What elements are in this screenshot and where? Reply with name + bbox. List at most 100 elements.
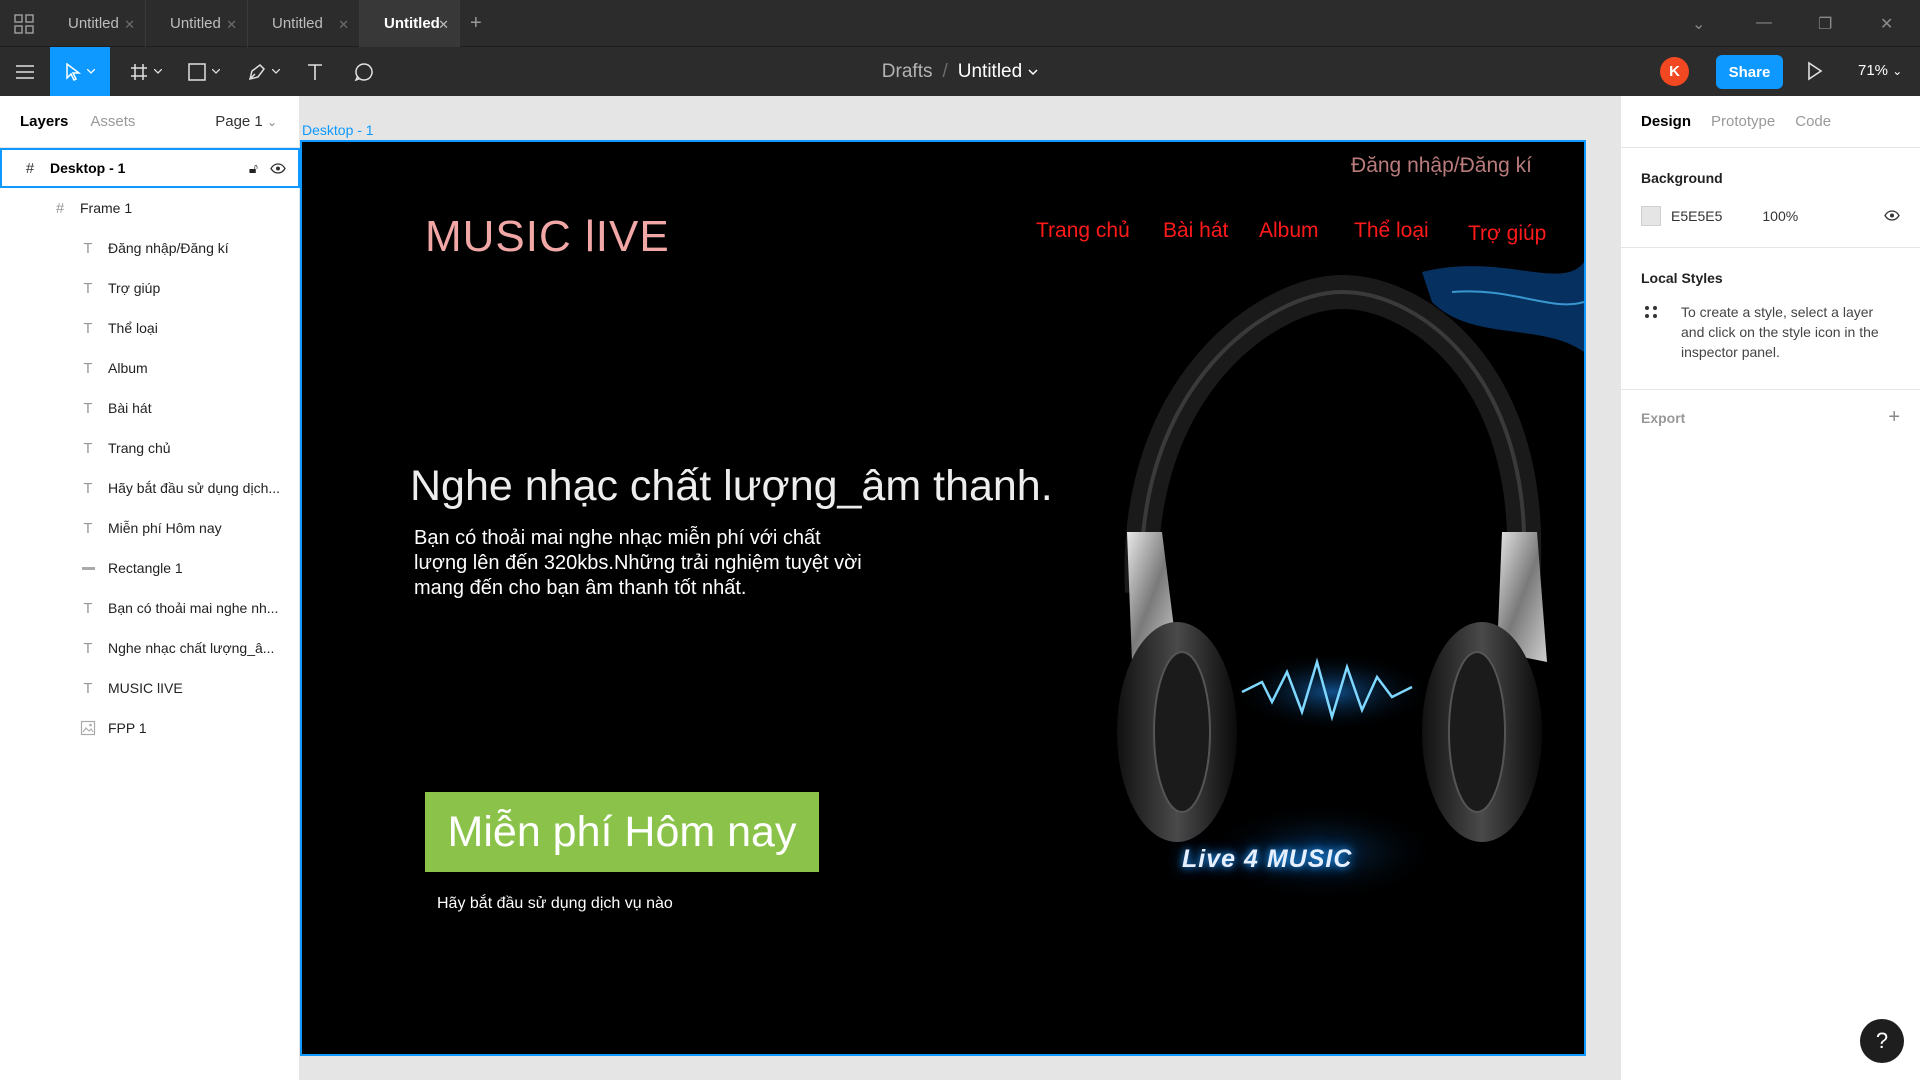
background-swatch[interactable] — [1641, 206, 1661, 226]
play-icon[interactable] — [1806, 61, 1824, 81]
text-layer-icon: T — [83, 279, 93, 297]
app-grid-icon[interactable] — [14, 14, 34, 34]
tab-design[interactable]: Design — [1641, 113, 1691, 130]
layer-row-text[interactable]: T Trang chủ — [0, 428, 300, 468]
close-icon[interactable]: ✕ — [438, 17, 449, 33]
layer-row-text[interactable]: T Nghe nhạc chất lượng_â... — [0, 628, 300, 668]
close-icon[interactable]: ✕ — [124, 17, 135, 33]
close-icon[interactable]: ✕ — [338, 17, 349, 33]
nav-songs[interactable]: Bài hát — [1163, 219, 1228, 243]
layer-label: FPP 1 — [108, 720, 147, 736]
chevron-down-icon: ⌄ — [1892, 64, 1903, 78]
page-selector[interactable]: Page 1 ⌄ — [215, 113, 277, 130]
frame-label[interactable]: Desktop - 1 — [302, 122, 374, 138]
tab-untitled-3[interactable]: Untitled ✕ — [248, 0, 360, 47]
move-tool-button[interactable] — [50, 47, 110, 96]
canvas[interactable]: Desktop - 1 Live 4 MUSIC Đăng nhập/Đăng … — [300, 96, 1620, 1080]
main-menu-button[interactable] — [8, 47, 42, 96]
layer-label: Rectangle 1 — [108, 560, 183, 576]
headphones-image[interactable] — [1002, 232, 1584, 992]
unlock-icon[interactable]: 🔓︎ — [249, 160, 258, 177]
layer-row-text[interactable]: T MUSIC lIVE — [0, 668, 300, 708]
layer-row-text[interactable]: T Bạn có thoải mai nghe nh... — [0, 588, 300, 628]
layer-label: MUSIC lIVE — [108, 680, 183, 696]
page-label: Page 1 — [215, 113, 263, 130]
text-icon — [308, 63, 322, 80]
chevron-down-icon — [154, 69, 162, 74]
layer-row-text[interactable]: T Trợ giúp — [0, 268, 300, 308]
file-name[interactable]: Untitled — [958, 61, 1022, 83]
free-today-button[interactable]: Miễn phí Hôm nay — [425, 792, 819, 872]
layer-label: Desktop - 1 — [50, 160, 126, 176]
eye-icon[interactable] — [270, 163, 286, 174]
avatar[interactable]: K — [1660, 57, 1689, 86]
restore-icon[interactable]: ❐ — [1818, 14, 1832, 34]
shape-tool-button[interactable] — [182, 47, 226, 96]
layer-row-image[interactable]: FPP 1 — [0, 708, 300, 748]
close-icon[interactable]: ✕ — [226, 17, 237, 33]
share-button[interactable]: Share — [1716, 55, 1783, 89]
nav-help[interactable]: Trợ giúp — [1468, 222, 1546, 246]
tab-untitled-2[interactable]: Untitled ✕ — [146, 0, 248, 47]
layer-row-text[interactable]: T Bài hát — [0, 388, 300, 428]
layer-label: Trang chủ — [108, 440, 171, 456]
comment-tool-button[interactable] — [348, 47, 380, 96]
frame-tool-button[interactable] — [124, 47, 168, 96]
add-tab-icon[interactable]: + — [470, 12, 482, 35]
layer-row-rectangle[interactable]: Rectangle 1 — [0, 548, 300, 588]
layer-row-text[interactable]: T Album — [0, 348, 300, 388]
help-button[interactable]: ? — [1860, 1019, 1904, 1063]
minimize-icon[interactable]: — — [1756, 14, 1772, 32]
export-title: Export — [1641, 410, 1686, 426]
window-close-icon[interactable]: ✕ — [1880, 14, 1893, 34]
chevron-down-icon[interactable] — [1028, 68, 1038, 75]
chevron-down-icon — [212, 69, 220, 74]
tab-code[interactable]: Code — [1795, 113, 1831, 130]
background-hex[interactable]: E5E5E5 — [1671, 208, 1722, 224]
text-layer-icon: T — [83, 599, 93, 617]
tab-assets[interactable]: Assets — [90, 113, 135, 130]
eye-icon[interactable] — [1884, 210, 1900, 221]
layer-row-text[interactable]: T Đăng nhập/Đăng kí — [0, 228, 300, 268]
headline[interactable]: Nghe nhạc chất lượng_âm thanh. — [410, 462, 1053, 511]
breadcrumb-drafts[interactable]: Drafts — [882, 61, 933, 83]
nav-genre[interactable]: Thể loại — [1354, 219, 1429, 243]
layers-panel: Layers Assets Page 1 ⌄ # Desktop - 1 🔓︎ … — [0, 96, 300, 1080]
add-export-icon[interactable]: + — [1888, 406, 1900, 429]
tab-layers[interactable]: Layers — [20, 113, 68, 130]
local-styles-hint-row: To create a style, select a layer and cl… — [1641, 302, 1900, 362]
tab-bar: Untitled ✕ Untitled ✕ Untitled ✕ Untitled ✕ … — [0, 0, 1920, 47]
left-panel-tabs: Layers Assets Page 1 ⌄ — [0, 96, 299, 148]
tab-untitled-active[interactable]: Untitled ✕ — [360, 0, 460, 47]
pen-tool-button[interactable] — [242, 47, 286, 96]
text-layer-icon: T — [83, 399, 93, 417]
layer-row-text[interactable]: T Hãy bắt đầu sử dụng dịch... — [0, 468, 300, 508]
background-opacity[interactable]: 100% — [1762, 208, 1798, 224]
site-logo[interactable]: MUSIC lIVE — [425, 212, 670, 262]
layer-row-text[interactable]: T Thể loại — [0, 308, 300, 348]
text-tool-button[interactable] — [300, 47, 330, 96]
zoom-level: 71% — [1858, 62, 1889, 79]
layer-row-frame-1[interactable]: # Frame 1 — [0, 188, 300, 228]
layer-label: Trợ giúp — [108, 280, 161, 296]
layer-label: Miễn phí Hôm nay — [108, 520, 222, 536]
tab-prototype[interactable]: Prototype — [1711, 113, 1775, 130]
zoom-dropdown[interactable]: 71% ⌄ — [1858, 62, 1902, 79]
nav-home[interactable]: Trang chủ — [1036, 219, 1130, 243]
login-register-link[interactable]: Đăng nhập/Đăng kí — [1351, 154, 1532, 178]
layer-row-desktop-1[interactable]: # Desktop - 1 🔓︎ — [0, 148, 300, 188]
description[interactable]: Bạn có thoải mai nghe nhạc miễn phí với … — [414, 526, 874, 601]
layer-label: Frame 1 — [80, 200, 133, 216]
chevron-down-icon[interactable]: ⌄ — [1692, 14, 1705, 34]
text-layer-icon: T — [83, 519, 93, 537]
layer-label: Album — [108, 360, 148, 376]
local-styles-hint: To create a style, select a layer and cl… — [1681, 304, 1879, 360]
layer-row-text[interactable]: T Miễn phí Hôm nay — [0, 508, 300, 548]
export-section: Export + — [1621, 390, 1920, 450]
right-panel-tabs: Design Prototype Code — [1621, 96, 1920, 148]
tab-untitled-1[interactable]: Untitled ✕ — [44, 0, 146, 47]
frame-icon — [131, 63, 147, 80]
desktop-frame[interactable]: Live 4 MUSIC Đăng nhập/Đăng kí MUSIC lIV… — [300, 140, 1586, 1056]
nav-album[interactable]: Album — [1259, 219, 1319, 243]
cta-subtext[interactable]: Hãy bắt đầu sử dụng dịch vụ nào — [437, 895, 673, 913]
